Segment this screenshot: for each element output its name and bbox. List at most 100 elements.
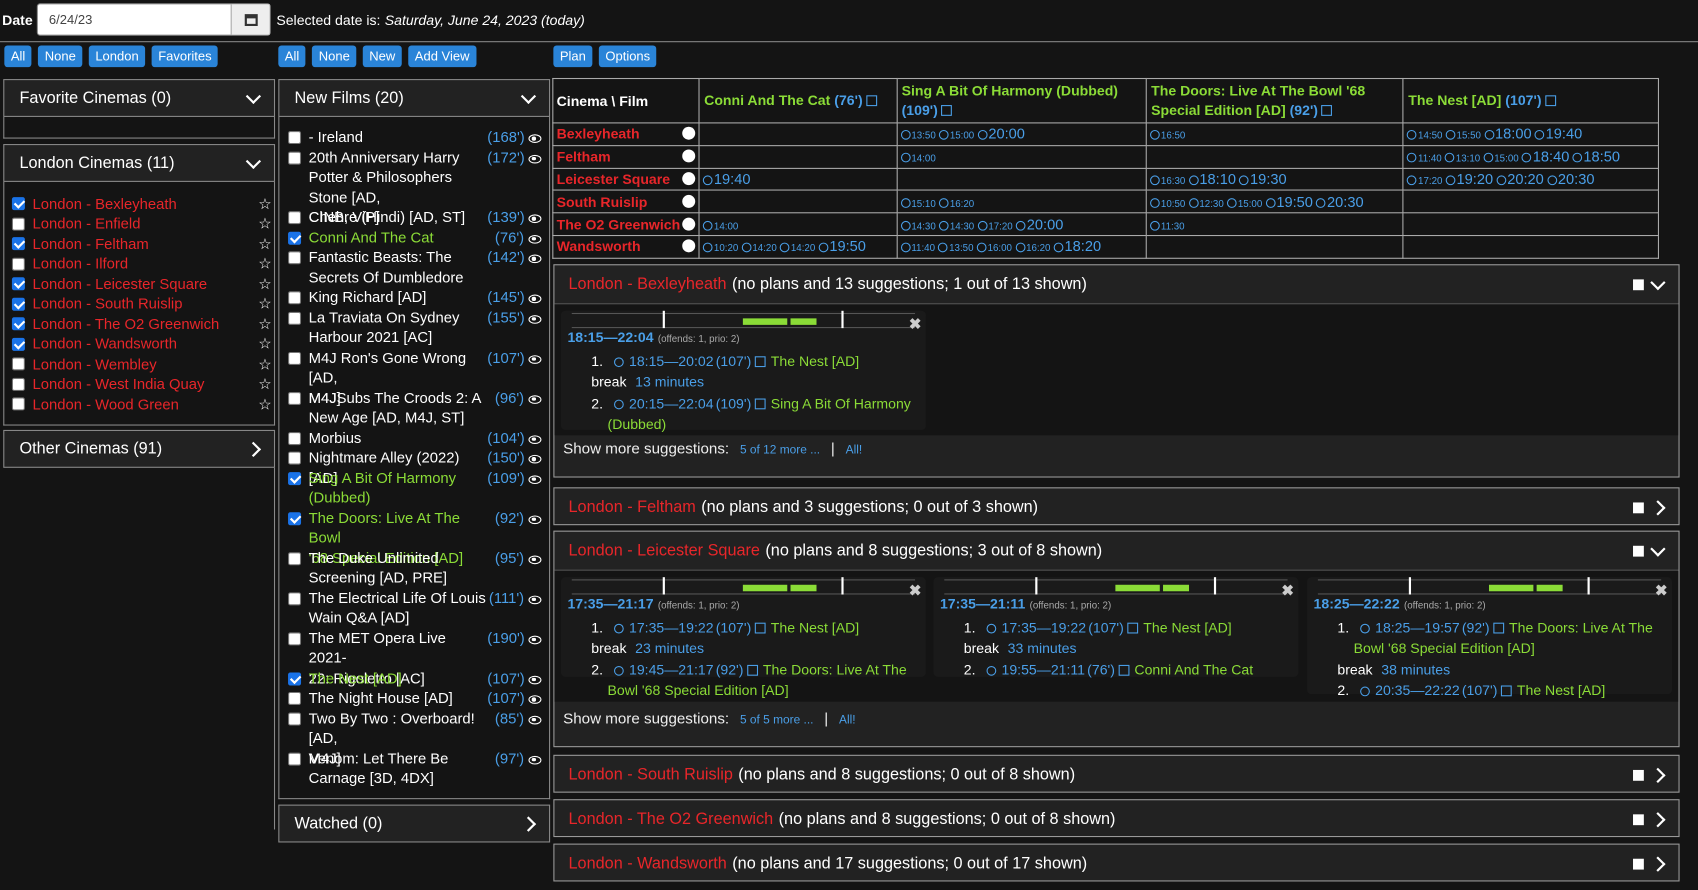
showtime[interactable]: 16:00: [976, 239, 1012, 255]
film-checkbox[interactable]: [288, 591, 302, 605]
film-checkbox[interactable]: [288, 451, 302, 465]
watched-header[interactable]: Watched (0): [278, 804, 551, 843]
section-header[interactable]: London - Bexleyheath (no plans and 13 sug…: [554, 265, 1678, 303]
film-checkbox[interactable]: [288, 391, 302, 405]
cinema-checkbox[interactable]: [11, 337, 25, 351]
film-row[interactable]: Fantastic Beasts: The Secrets Of Dumbledo…: [288, 248, 544, 288]
eye-icon[interactable]: [528, 755, 542, 764]
film-checkbox[interactable]: [288, 671, 302, 685]
film-checkbox[interactable]: [288, 251, 302, 265]
eye-icon[interactable]: [528, 314, 542, 324]
section-header[interactable]: London - Leicester Square (no plans and 8…: [554, 532, 1678, 570]
showtime[interactable]: 20:00: [1015, 216, 1063, 232]
date-input[interactable]: 6/24/23: [38, 12, 231, 27]
film-row[interactable]: Chehre (Hindi) [AD, ST] (139'): [288, 208, 544, 228]
film-checkbox[interactable]: [288, 551, 302, 565]
cinema-checkbox[interactable]: [11, 377, 25, 391]
grid-film-header[interactable]: The Nest [AD] (107'): [1402, 77, 1660, 124]
film-checkbox[interactable]: [288, 211, 302, 225]
cinema-row[interactable]: London - Ilford ☆: [11, 254, 272, 273]
section-header[interactable]: London - Wandsworth (no plans and 17 sugg…: [554, 845, 1678, 883]
eye-icon[interactable]: [528, 234, 542, 244]
film-checkbox[interactable]: [288, 311, 302, 325]
film-checkbox[interactable]: [288, 231, 302, 245]
favorite-cinemas-header[interactable]: Favorite Cinemas (0): [3, 79, 276, 117]
square-icon[interactable]: [1633, 813, 1644, 825]
cinema-checkbox[interactable]: [11, 237, 25, 251]
grid-film-header[interactable]: Sing A Bit Of Harmony (Dubbed) (109'): [896, 77, 1147, 124]
eye-icon[interactable]: [528, 254, 542, 264]
square-icon[interactable]: [1633, 278, 1644, 290]
add-view-button[interactable]: Add View: [408, 45, 476, 68]
grid-cinema-name[interactable]: Feltham: [557, 149, 611, 165]
film-row[interactable]: Conni And The Cat (76'): [288, 228, 544, 248]
chevron-down-icon[interactable]: [1650, 274, 1666, 290]
plan-item[interactable]: 1. 17:35—19:22 (107') The Nest [AD]: [940, 617, 1290, 638]
cinema-checkbox[interactable]: [11, 197, 25, 211]
showtime[interactable]: 10:50: [1150, 194, 1185, 210]
showtime[interactable]: 18:50: [1572, 149, 1620, 165]
star-icon[interactable]: ☆: [258, 275, 272, 293]
chevron-down-icon[interactable]: [1650, 540, 1666, 557]
showtime[interactable]: 20:20: [1496, 171, 1544, 187]
new-films-header[interactable]: New Films (20): [278, 79, 551, 117]
eye-icon[interactable]: [528, 715, 542, 724]
cinema-checkbox[interactable]: [11, 257, 25, 271]
show-more-link[interactable]: 5 of 12 more ...: [740, 444, 820, 457]
film-checkbox[interactable]: [288, 511, 302, 525]
film-row[interactable]: - Ireland (168'): [288, 128, 544, 148]
star-icon[interactable]: ☆: [258, 395, 272, 413]
showtime[interactable]: 13:50: [900, 126, 936, 142]
film-checkbox[interactable]: [288, 351, 302, 365]
film-row[interactable]: Venom: Let There Be Carnage [3D, 4DX] (97'…: [288, 749, 544, 789]
none-button[interactable]: None: [38, 45, 83, 68]
eye-icon[interactable]: [528, 394, 542, 404]
grid-cinema-name[interactable]: Bexleyheath: [557, 126, 640, 142]
showtime[interactable]: 15:00: [939, 126, 974, 142]
showtime[interactable]: 19:40: [703, 171, 751, 187]
globe-icon[interactable]: [682, 217, 696, 231]
showtime[interactable]: 11:40: [1407, 149, 1442, 165]
film-row[interactable]: King Richard [AD] (145'): [288, 288, 544, 308]
section-header[interactable]: London - South Ruislip (no plans and 8 su…: [554, 756, 1678, 794]
show-more-link[interactable]: 5 of 5 more ...: [740, 714, 814, 727]
film-row[interactable]: La Traviata On Sydney Harbour 2021 [AC] (1…: [288, 308, 544, 348]
plan-item[interactable]: 1. 17:35—19:22 (107') The Nest [AD]: [567, 617, 917, 638]
cinema-row[interactable]: London - The O2 Greenwich ☆: [11, 314, 272, 333]
plan-button[interactable]: Plan: [553, 45, 593, 68]
film-row[interactable]: The Night House [AD] (107'): [288, 689, 544, 709]
star-icon[interactable]: ☆: [258, 355, 272, 373]
eye-icon[interactable]: [528, 675, 542, 684]
film-checkbox[interactable]: [288, 431, 302, 445]
star-icon[interactable]: ☆: [258, 254, 272, 272]
film-checkbox[interactable]: [288, 151, 302, 165]
film-checkbox[interactable]: [288, 712, 302, 726]
eye-icon[interactable]: [528, 695, 542, 704]
film-checkbox[interactable]: [288, 131, 302, 145]
plan-item[interactable]: 2. 19:55—21:11 (76') Conni And The Cat: [940, 659, 1290, 680]
cinema-row[interactable]: London - Enfield ☆: [11, 214, 272, 233]
star-icon[interactable]: ☆: [258, 214, 272, 232]
cinema-checkbox[interactable]: [11, 317, 25, 331]
eye-icon[interactable]: [528, 134, 542, 143]
film-row[interactable]: The Electrical Life Of Louis Wain Q&A [AD…: [288, 589, 544, 629]
globe-icon[interactable]: [682, 127, 696, 141]
plan-item[interactable]: 1. 18:25—19:57 (92') The Doors: Live At The: [1314, 617, 1664, 638]
none-button[interactable]: None: [312, 45, 357, 68]
showtime[interactable]: 14:00: [900, 149, 936, 165]
grid-cinema-name[interactable]: South Ruislip: [557, 194, 648, 210]
showtime[interactable]: 18:20: [1053, 239, 1101, 255]
cinema-row[interactable]: London - South Ruislip ☆: [11, 294, 272, 313]
showtime[interactable]: 20:30: [1547, 171, 1594, 187]
all-button[interactable]: All: [4, 45, 32, 68]
film-checkbox[interactable]: [288, 752, 302, 766]
showtime[interactable]: 11:40: [900, 239, 935, 255]
showtime[interactable]: 14:50: [1407, 126, 1442, 142]
film-row[interactable]: Morbius (104'): [288, 428, 544, 448]
date-field[interactable]: 6/24/23: [37, 3, 271, 36]
square-icon[interactable]: [1633, 545, 1644, 557]
eye-icon[interactable]: [528, 294, 542, 304]
showtime[interactable]: 15:00: [1483, 149, 1519, 165]
showtime[interactable]: 19:50: [1265, 194, 1313, 210]
film-row[interactable]: Sing A Bit Of Harmony (Dubbed) (109'): [288, 468, 544, 508]
